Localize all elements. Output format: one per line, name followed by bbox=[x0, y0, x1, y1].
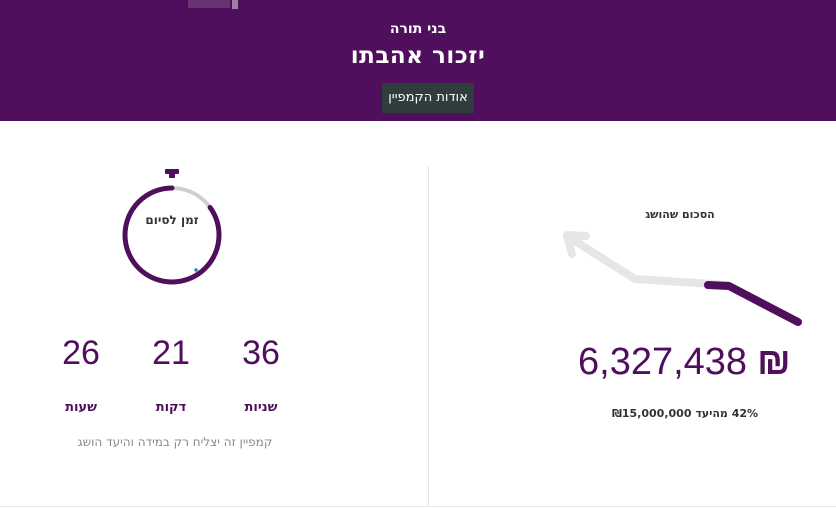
header-image-fragment bbox=[188, 0, 230, 8]
amount-raised: 6,327,438 ₪ bbox=[578, 341, 798, 384]
minutes-label: דקות bbox=[155, 400, 187, 415]
campaign-title: יזכור אהבתו bbox=[350, 43, 486, 69]
seconds-value: 36 bbox=[242, 334, 280, 372]
campaign-header: בני תורה יזכור אהבתו אודות הקמפיין bbox=[0, 0, 836, 121]
minutes-value: 21 bbox=[152, 334, 190, 372]
seconds-label: שניות bbox=[244, 400, 278, 415]
header-image-fragment bbox=[232, 0, 238, 9]
amount-raised-title: הסכום שהושג bbox=[645, 208, 715, 221]
campaign-condition-note: קמפיין זה יצליח רק במידה והיעד הושג bbox=[77, 435, 273, 449]
hours-value: 26 bbox=[62, 334, 100, 372]
amount-raised-value: 6,327,438 bbox=[578, 341, 748, 383]
shekel-icon: ₪ bbox=[757, 341, 791, 383]
bottom-divider bbox=[0, 506, 836, 507]
progress-arrow-graphic bbox=[563, 231, 802, 326]
goal-progress-text: 42% מהיעד ₪15,000,000 bbox=[611, 407, 759, 420]
org-name: בני תורה bbox=[389, 21, 447, 37]
about-campaign-button[interactable]: אודות הקמפיין bbox=[382, 83, 474, 113]
column-divider bbox=[428, 166, 429, 506]
time-remaining-label: זמן לסיום bbox=[145, 213, 199, 227]
hours-label: שעות bbox=[65, 400, 97, 415]
stopwatch-icon bbox=[122, 169, 222, 285]
